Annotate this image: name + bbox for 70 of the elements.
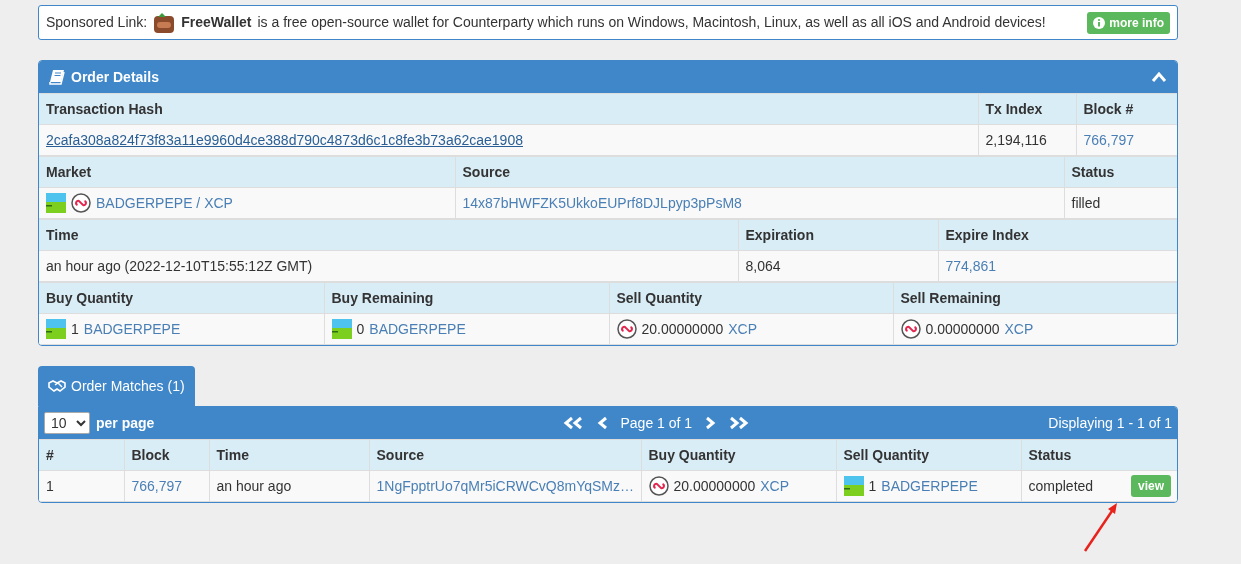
link[interactable]: XCP	[728, 318, 758, 340]
field-label: Sell Remaining	[893, 282, 1177, 314]
field-label: Sell Quantity	[609, 282, 893, 314]
column-header: Block	[124, 439, 209, 471]
previous-page-icon	[596, 416, 609, 430]
sponsored-label: Sponsored Link:	[46, 13, 148, 32]
link[interactable]: 2cafa308a824f73f83a11e9960d4ce388d790c4873d6c1c8fe3b73a62cae1908	[46, 129, 523, 151]
record-count: Displaying 1 - 1 of 1	[1048, 413, 1172, 433]
link[interactable]: 14x87bHWFZK5UkkoEUPrf8DJLpyp3pPsM8	[462, 192, 742, 214]
per-page-select[interactable]: 10	[44, 412, 90, 434]
link[interactable]: BADGERPEPE	[369, 318, 466, 340]
field-label: Status	[1064, 156, 1177, 188]
cell-text: completed	[1028, 476, 1094, 496]
amount-text: 0	[356, 319, 365, 339]
column-header: Status	[1021, 439, 1177, 471]
field-label: Source	[455, 156, 1064, 188]
link[interactable]: BADGERPEPE	[881, 475, 978, 497]
info-icon	[1093, 16, 1106, 29]
amount-text: 1	[71, 319, 79, 339]
chevron-up-icon[interactable]	[1151, 71, 1167, 83]
page-indicator: Page 1 of 1	[620, 413, 693, 433]
tab[interactable]: Order Matches (1)	[38, 366, 195, 406]
cell-text: 1	[46, 476, 54, 496]
cell-text: 8,064	[745, 256, 781, 276]
field-label: Expire Index	[938, 219, 1177, 251]
amount-text: 0.00000000	[925, 319, 1000, 339]
sponsored-text: is a free open-source wallet for Counterparty which runs on Windows, Macintosh, Linux, as well as all iOS and Android devices!	[257, 13, 1046, 32]
column-header: Time	[209, 439, 369, 471]
link[interactable]: BADGERPEPE	[83, 318, 181, 340]
amount-text: 20.00000000	[673, 476, 756, 496]
book-icon	[49, 69, 65, 85]
field-label: Tx Index	[978, 93, 1076, 125]
amount-text: 1	[868, 476, 877, 496]
view-button[interactable]: view	[1131, 475, 1171, 497]
link[interactable]: XCP	[760, 475, 790, 497]
coin-icon	[648, 476, 669, 496]
handshake-icon	[48, 379, 66, 393]
field-label: Market	[39, 156, 455, 188]
cell-text: filled	[1071, 193, 1101, 213]
first-page-icon	[562, 416, 585, 430]
link[interactable]: 1NgFpptrUo7qMr5iCRWCvQ8mYqSMz…	[376, 475, 635, 497]
column-header: Sell Quantity	[836, 439, 1021, 471]
link[interactable]: 766,797	[1083, 129, 1135, 151]
column-header: Source	[369, 439, 641, 471]
field-label: Buy Remaining	[324, 282, 609, 314]
link[interactable]: BADGERPEPE / XCP	[96, 192, 233, 214]
coin-icon	[900, 319, 921, 339]
cell-text: an hour ago	[216, 476, 292, 496]
wallet-icon	[153, 11, 176, 34]
wallet-name: FreeWallet	[181, 13, 252, 32]
coin-icon	[616, 319, 637, 339]
field-label: Buy Quantity	[39, 282, 324, 314]
last-page-icon	[728, 416, 751, 430]
field-label: Transaction Hash	[39, 93, 978, 125]
column-header: Buy Quantity	[641, 439, 836, 471]
link[interactable]: 766,797	[131, 475, 183, 497]
amount-text: 20.00000000	[641, 319, 724, 339]
field-label: Block #	[1076, 93, 1177, 125]
link[interactable]: 774,861	[945, 255, 997, 277]
column-header: #	[39, 439, 124, 471]
cell-text: 2,194,116	[985, 130, 1047, 150]
panel-title: Order Details	[71, 67, 159, 87]
cell-text: an hour ago (2022-12-10T15:55:12Z GMT)	[46, 256, 313, 276]
next-page-icon	[704, 416, 717, 430]
field-label: Expiration	[738, 219, 938, 251]
more-info-button[interactable]: more info	[1087, 11, 1170, 34]
coin-icon	[71, 193, 91, 213]
field-label: Time	[39, 219, 738, 251]
per-page-label: per page	[96, 413, 155, 433]
link[interactable]: XCP	[1004, 318, 1034, 340]
